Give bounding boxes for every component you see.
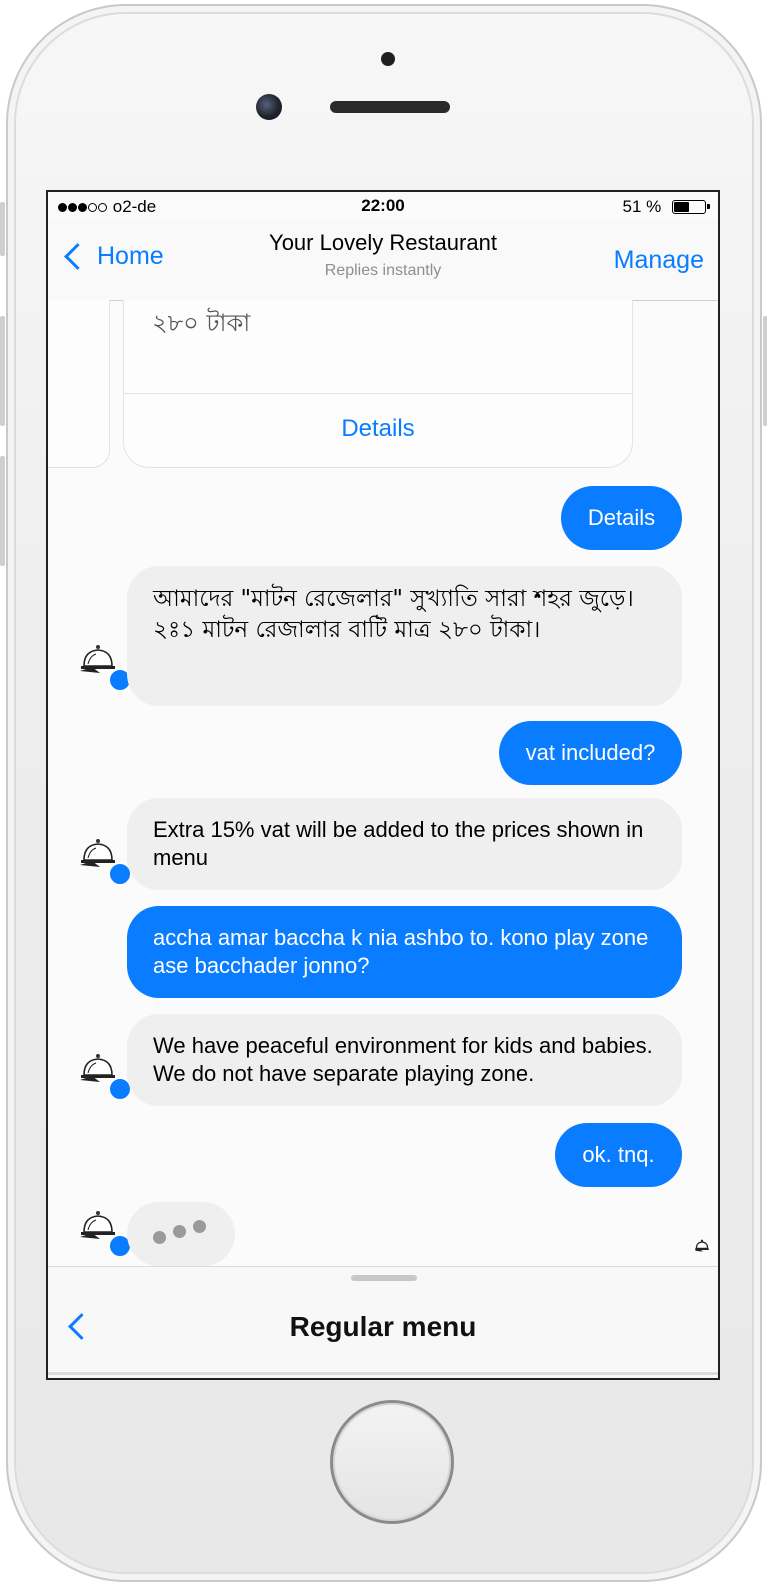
phone-screen: o2-de 22:00 51 % Home Your Lovely Restau…: [46, 190, 720, 1380]
front-camera: [256, 94, 282, 120]
manage-button[interactable]: Manage: [614, 246, 704, 275]
message-bubble-outgoing[interactable]: ok. tnq.: [555, 1123, 682, 1187]
bot-avatar: [78, 1049, 132, 1101]
typing-dot: [153, 1231, 166, 1244]
carousel-card-previous[interactable]: [48, 300, 110, 468]
status-bar: o2-de 22:00 51 %: [48, 192, 718, 220]
battery-icon: [672, 200, 710, 214]
battery-level: [674, 202, 689, 212]
carousel-card: ২৮০ টাকা Details: [123, 300, 633, 468]
battery-status: 51 %: [622, 197, 710, 217]
message-bubble-incoming[interactable]: We have peaceful environment for kids an…: [127, 1014, 682, 1106]
bot-avatar: [78, 834, 132, 886]
message-bubble-outgoing[interactable]: vat included?: [499, 721, 682, 785]
bot-avatar: [78, 1206, 132, 1258]
battery-percent: 51 %: [622, 197, 662, 216]
mute-switch: [0, 202, 5, 256]
card-divider: [124, 393, 632, 394]
message-bubble-incoming[interactable]: আমাদের "মাটন রেজেলার" সুখ্যাতি সারা শহর …: [127, 566, 682, 706]
card-price: ২৮০ টাকা: [152, 309, 251, 337]
proximity-sensor: [381, 52, 395, 66]
message-bubble-outgoing[interactable]: Details: [561, 486, 682, 550]
card-details-button[interactable]: Details: [124, 397, 632, 461]
volume-up-button: [0, 316, 5, 426]
divider: [48, 1372, 718, 1375]
message-bubble-incoming[interactable]: Extra 15% vat will be added to the price…: [127, 798, 682, 890]
typing-dot: [193, 1220, 206, 1233]
battery-tip: [707, 204, 710, 209]
message-bubble-outgoing[interactable]: accha amar baccha k nia ashbo to. kono p…: [127, 906, 682, 998]
menu-title: Regular menu: [289, 1311, 477, 1342]
typing-dot: [173, 1225, 186, 1238]
drag-handle[interactable]: [351, 1275, 417, 1281]
conversation-header: Home Your Lovely Restaurant Replies inst…: [48, 220, 718, 301]
volume-down-button: [0, 456, 5, 566]
earpiece-speaker: [330, 101, 450, 113]
typing-indicator: [127, 1202, 235, 1266]
status-time: 22:00: [361, 196, 405, 215]
bot-avatar: [78, 640, 132, 692]
home-button[interactable]: [330, 1400, 454, 1524]
read-receipt-avatar-icon: [694, 1239, 709, 1252]
power-button: [763, 316, 767, 426]
message-list[interactable]: ২৮০ টাকা Details Details আমাদের "মাটন রে…: [48, 300, 718, 1266]
persistent-menu: Regular menu: [48, 1266, 718, 1378]
